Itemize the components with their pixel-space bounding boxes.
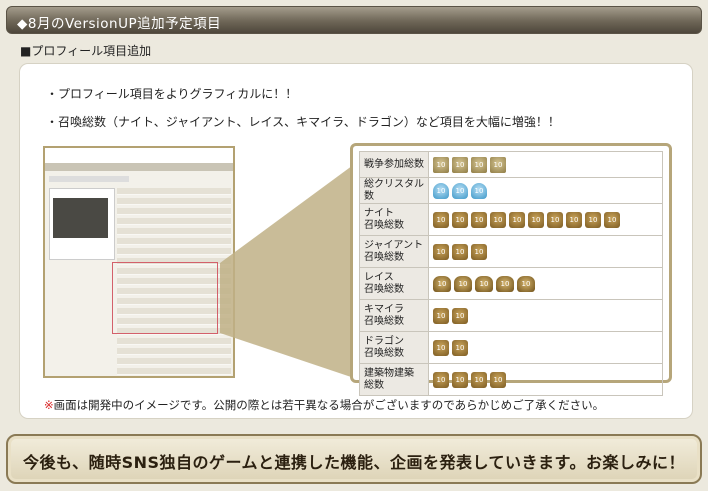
- row-label: 総クリスタル数: [359, 177, 429, 204]
- building-icon: 10: [471, 371, 487, 388]
- profile-table-row: ドラゴン 召喚総数 10 10: [359, 331, 663, 364]
- row-icons: 10 10 10 10: [428, 151, 663, 178]
- announcement-banner: 今後も、随時SNS独自のゲームと連携した機能、企画を発表していきます。お楽しみに…: [6, 434, 702, 484]
- building-icon: 10: [452, 371, 468, 388]
- note-asterisk: ※: [44, 398, 54, 412]
- row-icons: 10 10 10: [428, 235, 663, 268]
- sword-icon: 10: [490, 156, 506, 173]
- giant-icon: 10: [452, 243, 468, 260]
- dragon-icon: 10: [433, 339, 449, 356]
- building-icon: 10: [490, 371, 506, 388]
- chimera-icon: 10: [452, 307, 468, 324]
- row-icons: 10 10 10 10 10: [428, 267, 663, 300]
- profile-table-row: 建築物建築 総数 10 10 10 10: [359, 363, 663, 396]
- knight-icon: 10: [490, 211, 506, 228]
- row-icons: 10 10 10 10: [428, 363, 663, 396]
- wing-icon: 10: [454, 275, 472, 292]
- row-label: ジャイアント 召喚総数: [359, 235, 429, 268]
- knight-icon: 10: [547, 211, 563, 228]
- giant-icon: 10: [433, 243, 449, 260]
- blue-icon: 10: [452, 182, 468, 199]
- row-icons: 10 10 10: [428, 177, 663, 204]
- giant-icon: 10: [471, 243, 487, 260]
- sword-icon: 10: [433, 156, 449, 173]
- profile-table-row: ジャイアント 召喚総数 10 10 10: [359, 235, 663, 268]
- knight-icon: 10: [509, 211, 525, 228]
- disclaimer-note: ※画面は開発中のイメージです。公開の際とは若干異なる場合がございますのであらかじ…: [44, 397, 604, 413]
- chimera-icon: 10: [433, 307, 449, 324]
- blue-icon: 10: [471, 182, 487, 199]
- row-icons: 10 10 10 10 10 10 10 10 10 10: [428, 203, 663, 236]
- building-icon: 10: [433, 371, 449, 388]
- row-label: ナイト 召喚総数: [359, 203, 429, 236]
- profile-table-row: ナイト 召喚総数 10 10 10 10 10 10 10 10 10 10: [359, 203, 663, 236]
- row-label: 戦争参加総数: [359, 151, 429, 178]
- profile-table-row: 戦争参加総数 10 10 10 10: [359, 151, 663, 178]
- row-label: キマイラ 召喚総数: [359, 299, 429, 332]
- profile-table-row: 総クリスタル数 10 10 10: [359, 177, 663, 204]
- knight-icon: 10: [604, 211, 620, 228]
- sword-icon: 10: [452, 156, 468, 173]
- blue-icon: 10: [433, 182, 449, 199]
- row-label: 建築物建築 総数: [359, 363, 429, 396]
- dragon-icon: 10: [452, 339, 468, 356]
- knight-icon: 10: [585, 211, 601, 228]
- row-label: ドラゴン 召喚総数: [359, 331, 429, 364]
- row-icons: 10 10: [428, 331, 663, 364]
- knight-icon: 10: [528, 211, 544, 228]
- row-label: レイス 召喚総数: [359, 267, 429, 300]
- profile-table: 戦争参加総数 10 10 10 10 総クリスタル数 10 10 10 ナイト 召喚総数 10 10 10…: [359, 151, 663, 396]
- note-text: 画面は開発中のイメージです。公開の際とは若干異なる場合がございますのであらかじめ…: [53, 398, 605, 412]
- wing-icon: 10: [433, 275, 451, 292]
- banner-text: 今後も、随時SNS独自のゲームと連携した機能、企画を発表していきます。お楽しみに…: [23, 453, 685, 472]
- profile-table-zoom: 戦争参加総数 10 10 10 10 総クリスタル数 10 10 10 ナイト 召喚総数 10 10 10…: [350, 143, 672, 396]
- knight-icon: 10: [433, 211, 449, 228]
- wing-icon: 10: [517, 275, 535, 292]
- knight-icon: 10: [452, 211, 468, 228]
- wing-icon: 10: [475, 275, 493, 292]
- knight-icon: 10: [566, 211, 582, 228]
- profile-table-row: キマイラ 召喚総数 10 10: [359, 299, 663, 332]
- row-icons: 10 10: [428, 299, 663, 332]
- wing-icon: 10: [496, 275, 514, 292]
- profile-table-row: レイス 召喚総数 10 10 10 10 10: [359, 267, 663, 300]
- knight-icon: 10: [471, 211, 487, 228]
- sword-icon: 10: [471, 156, 487, 173]
